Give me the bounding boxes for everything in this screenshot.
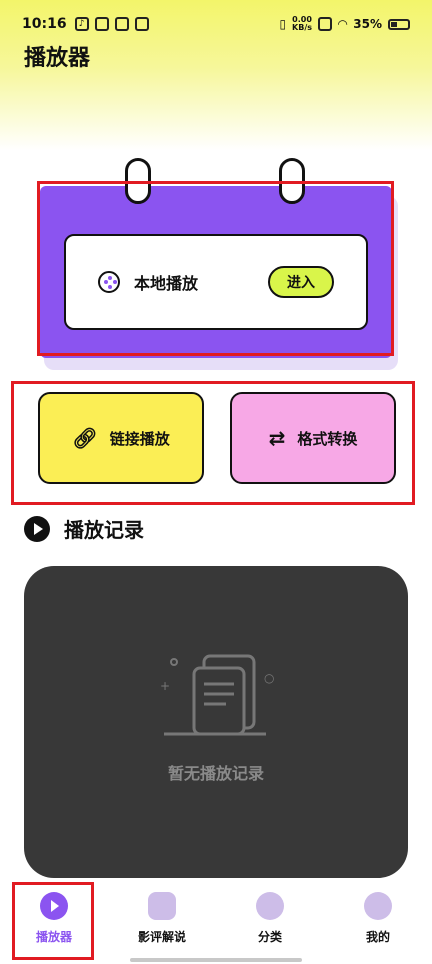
film-reel-icon [98, 271, 120, 293]
nav-category[interactable]: 分类 [216, 884, 324, 964]
home-indicator [130, 958, 302, 962]
person-icon [364, 892, 392, 920]
convert-icon: ⇄ [268, 426, 286, 450]
binder-ring-right [279, 158, 305, 204]
message-notification-icon [134, 17, 149, 31]
wifi-icon: ◠ [338, 17, 348, 31]
nav-mine[interactable]: 我的 [324, 884, 432, 964]
bottom-nav: 播放器 影评解说 分类 我的 [0, 884, 432, 964]
history-empty-text: 暂无播放记录 [167, 764, 264, 783]
status-bar: 10:16 ♪ ▯ 0.00 KB/s ◠ 35% [0, 10, 432, 38]
tiktok-notification-icon: ♪ [74, 17, 89, 31]
history-title: 播放记录 [64, 518, 144, 542]
empty-document-icon: + ○ [160, 654, 274, 736]
status-time: 10:16 [22, 16, 67, 32]
app-notification-icon-2 [114, 17, 129, 31]
nav-player-label: 播放器 [35, 930, 72, 944]
binder-ring-left [125, 158, 151, 204]
format-convert-label: 格式转换 [297, 429, 358, 448]
link-play-label: 链接播放 [109, 429, 170, 448]
network-speed: 0.00 KB/s [292, 15, 313, 32]
nav-reviews[interactable]: 影评解说 [108, 884, 216, 964]
pie-chart-icon [256, 892, 284, 920]
play-icon [40, 892, 68, 920]
nav-player[interactable]: 播放器 [0, 884, 108, 964]
svg-text:+: + [160, 679, 170, 693]
svg-text:○: ○ [264, 671, 274, 685]
app-notification-icon [94, 17, 109, 31]
local-play-label: 本地播放 [134, 274, 199, 293]
sim-icon [318, 17, 333, 31]
enter-button[interactable]: 进入 [268, 266, 334, 298]
link-icon: 🔗︎ [72, 426, 98, 450]
nav-reviews-label: 影评解说 [137, 930, 186, 944]
page-title: 播放器 [24, 46, 91, 71]
local-play-card[interactable]: 本地播放 进入 [64, 234, 368, 330]
battery-percent: 35% [353, 17, 382, 31]
history-header: 播放记录 [24, 514, 144, 543]
nav-mine-label: 我的 [365, 930, 390, 944]
link-play-button[interactable]: 🔗︎ 链接播放 [38, 392, 204, 484]
battery-icon [388, 18, 410, 30]
format-convert-button[interactable]: ⇄ 格式转换 [230, 392, 396, 484]
vibrate-icon: ▯ [279, 17, 287, 31]
film-reel-icon [148, 892, 176, 920]
nav-category-label: 分类 [257, 930, 282, 944]
play-circle-icon [24, 515, 50, 542]
